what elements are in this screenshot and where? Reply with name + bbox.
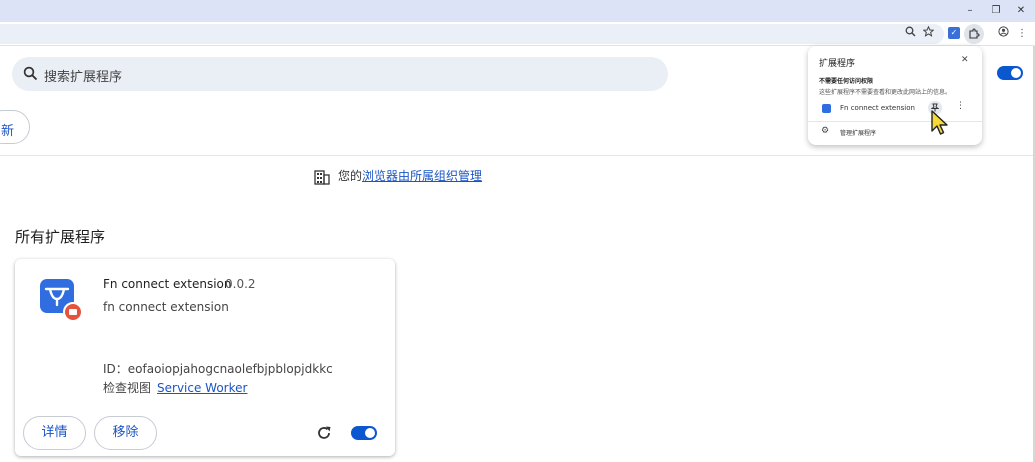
section-title: 所有扩展程序	[15, 228, 106, 246]
manage-extensions-link[interactable]: 管理扩展程序	[840, 128, 876, 137]
zoom-icon[interactable]	[902, 26, 918, 42]
restore-button[interactable]: ❐	[986, 3, 1006, 19]
extension-name: Fn connect extension	[103, 277, 232, 291]
extension-id-label: ID：	[103, 362, 128, 376]
pinned-extension-icon[interactable]: ✓	[948, 27, 960, 39]
profile-icon[interactable]	[995, 26, 1011, 42]
browser-toolbar: ✓ ⋮	[0, 22, 1035, 46]
extension-id: ID：eofaoiopjahogcnaolefbjpblopjdkkc	[103, 360, 333, 377]
details-button[interactable]: 详情	[23, 416, 86, 450]
update-button[interactable]: 新	[0, 110, 30, 144]
minimize-button[interactable]: –	[960, 3, 980, 19]
popup-subtext: 这些扩展程序不需要查看和更改此网站上的信息。	[819, 89, 952, 96]
extension-version: 0.0.2	[225, 277, 256, 291]
close-window-button[interactable]: ✕	[1011, 3, 1031, 19]
browser-menu-icon[interactable]: ⋮	[1014, 26, 1030, 42]
toggle-knob	[1011, 68, 1021, 78]
extension-enable-toggle[interactable]	[351, 426, 377, 440]
pointer-cursor-icon	[931, 110, 948, 135]
more-options-icon[interactable]: ⋮	[956, 101, 965, 111]
popup-title: 扩展程序	[819, 59, 856, 69]
puzzle-icon	[969, 28, 980, 39]
extensions-menu-popup: 扩展程序 ✕ 不需要任何访问权限 这些扩展程序不需要查看和更改此网站上的信息。 …	[808, 46, 982, 145]
search-input[interactable]: 搜索扩展程序	[44, 66, 122, 85]
popup-extension-icon	[822, 104, 831, 113]
managed-link[interactable]: 浏览器由所属组织管理	[362, 169, 482, 183]
extension-id-value: eofaoiopjahogcnaolefbjpblopjdkkc	[127, 362, 333, 376]
remove-button[interactable]: 移除	[94, 416, 157, 450]
update-button-label: 新	[1, 124, 15, 139]
extension-badge-icon	[63, 302, 83, 322]
popup-close-icon[interactable]: ✕	[961, 55, 969, 65]
reload-icon[interactable]	[316, 425, 332, 441]
managed-prefix: 您的	[338, 169, 363, 183]
inspect-views: 检查视图 Service Worker	[103, 379, 247, 396]
extension-search-box[interactable]: 搜索扩展程序	[12, 57, 668, 91]
window-titlebar: – ❐ ✕	[0, 0, 1035, 22]
search-icon	[23, 66, 38, 81]
header-divider	[0, 155, 1035, 156]
extension-card: Fn connect extension 0.0.2 fn connect ex…	[15, 259, 395, 456]
gear-icon: ⚙	[821, 126, 830, 136]
service-worker-link[interactable]: Service Worker	[157, 381, 247, 395]
popup-divider	[808, 121, 982, 122]
developer-mode-toggle[interactable]	[997, 66, 1023, 80]
extension-description: fn connect extension	[103, 300, 229, 314]
inspect-views-label: 检查视图	[103, 381, 152, 395]
extensions-puzzle-button[interactable]	[964, 24, 984, 44]
popup-extension-item[interactable]: Fn connect extension	[840, 104, 915, 112]
address-bar[interactable]	[0, 24, 944, 44]
toggle-knob	[365, 428, 375, 438]
bookmark-star-icon[interactable]	[920, 25, 936, 42]
building-icon	[314, 169, 330, 185]
popup-heading: 不需要任何访问权限	[819, 78, 874, 85]
managed-notice: 您的浏览器由所属组织管理	[314, 167, 482, 185]
